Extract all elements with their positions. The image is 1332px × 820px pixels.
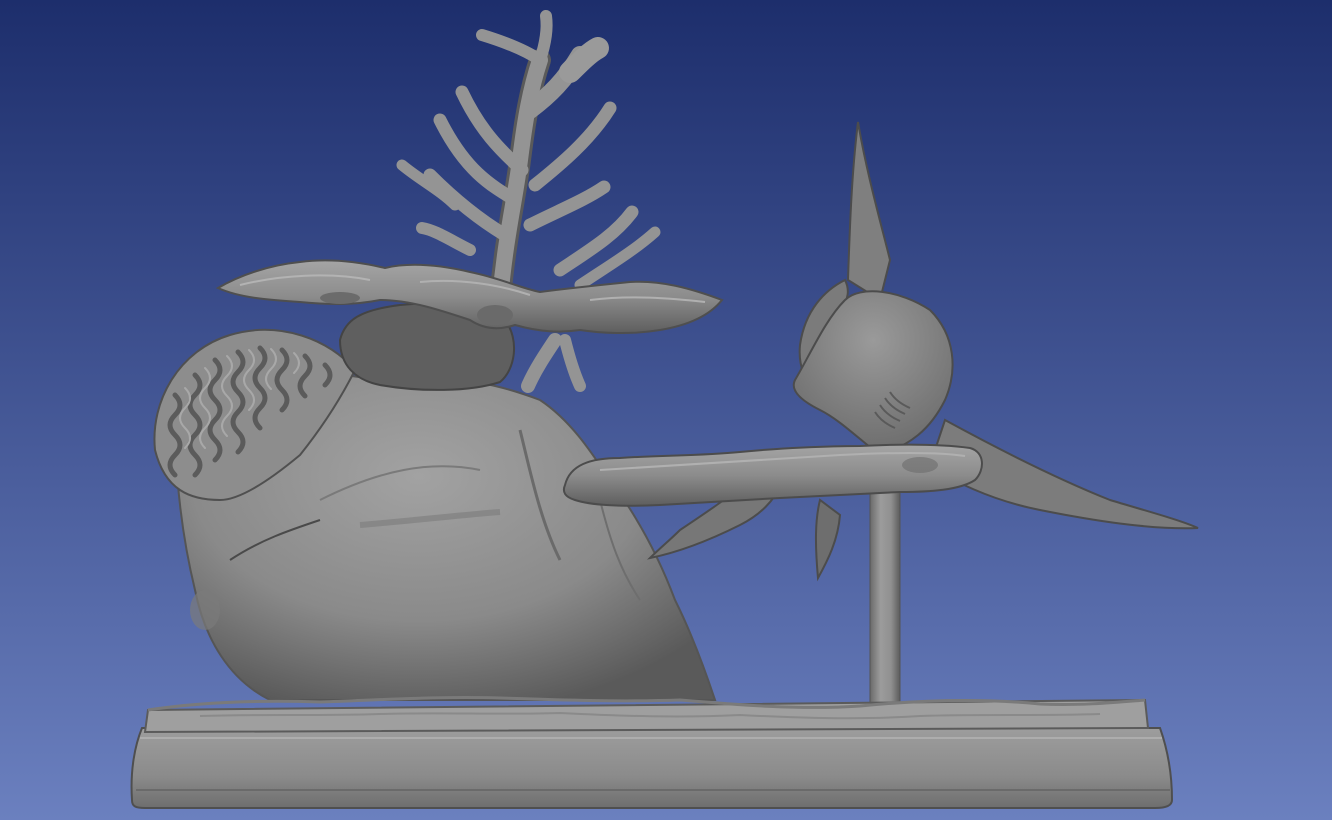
3d-viewport[interactable] xyxy=(0,0,1332,820)
sculpt-scene[interactable] xyxy=(0,0,1332,820)
support-rod xyxy=(869,489,901,706)
display-base xyxy=(130,695,1174,809)
